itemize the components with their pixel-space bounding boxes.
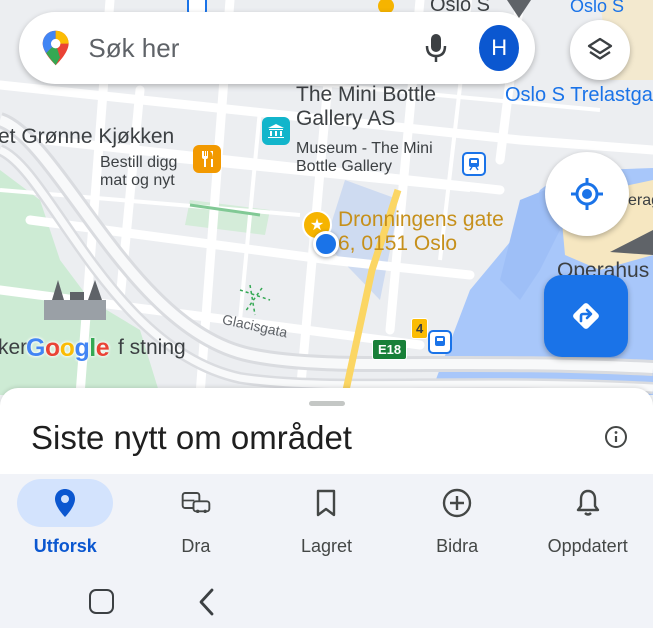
directions-button[interactable] [544,275,628,357]
search-input[interactable] [88,32,424,64]
bookmark-icon [311,488,341,518]
nav-label-contribute: Bidra [436,536,479,556]
map-label-gronne-sub: Bestill digg mat og nyt [100,154,178,189]
current-location-dot [313,231,339,257]
map-label-oslo-s-top: Oslo S [570,0,625,16]
voice-search-button[interactable] [423,31,449,65]
microphone-icon [426,34,447,62]
back-chevron-icon[interactable] [195,587,219,617]
sheet-drag-handle[interactable] [309,401,345,406]
google-logo-letter: o [44,334,60,362]
map-label-festning: ker [0,336,28,359]
commute-icon [181,488,211,518]
map-label-oslo-s-trelast[interactable]: Oslo S Trelastga [505,84,653,106]
nav-item-updates[interactable]: Oppdatert [522,474,653,572]
sheet-title: Siste nytt om området [31,419,352,456]
google-maps-logo-icon [42,30,69,66]
add-circle-icon [442,488,472,518]
map-label-dronningens-gate[interactable]: Dronningens gate 6, 0151 Oslo [338,208,504,255]
nav-item-explore[interactable]: Utforsk [0,474,131,572]
nav-label-saved: Lagret [300,536,352,556]
search-bar[interactable]: H [19,12,535,84]
restaurant-icon[interactable] [193,145,221,173]
bottom-sheet[interactable]: Siste nytt om området [0,388,653,474]
explore-pin-icon [50,488,80,518]
map-label-erag: erag [628,192,653,209]
map-layers-button[interactable] [570,20,630,80]
directions-arrow-icon [573,303,599,329]
train-station-icon[interactable] [462,152,486,176]
nav-item-saved[interactable]: Lagret [261,474,392,572]
info-icon[interactable] [604,425,628,449]
system-navigation-bar [0,572,653,628]
maps-screen: Oslo S Oslo S The Mini Bottle Gallery AS… [0,0,653,628]
route-4-road-shield: 4 [411,318,429,339]
google-logo-letter: e [95,334,110,362]
account-avatar[interactable]: H [479,25,519,71]
layers-icon [587,37,613,60]
google-logo-letter: o [59,334,75,362]
bell-icon [573,488,603,518]
map-label-gronne-kjokken[interactable]: et Grønne Kjøkken [0,125,174,149]
bottom-navigation: Utforsk Dra Lagret Bidra Oppdatert [0,474,653,572]
map-label-mini-bottle-sub: Museum - The Mini Bottle Gallery [296,140,433,175]
map-label-festning-tail: f stning [118,336,186,359]
nav-label-commute: Dra [181,536,211,556]
nav-label-explore: Utforsk [33,536,97,556]
e18-road-shield: E18 [372,339,408,360]
nav-item-contribute[interactable]: Bidra [392,474,523,572]
recents-button[interactable] [89,589,114,614]
google-logo-letter: G [26,334,45,362]
my-location-button[interactable] [545,152,629,236]
museum-icon[interactable] [262,117,290,145]
google-logo-letter: g [74,334,90,362]
nav-label-updates: Oppdatert [547,536,628,556]
google-logo: Google [26,334,110,363]
nav-item-commute[interactable]: Dra [131,474,262,572]
bus-station-icon[interactable] [428,330,452,354]
map-label-mini-bottle[interactable]: The Mini Bottle Gallery AS [296,83,436,130]
crosshair-icon [571,178,603,210]
